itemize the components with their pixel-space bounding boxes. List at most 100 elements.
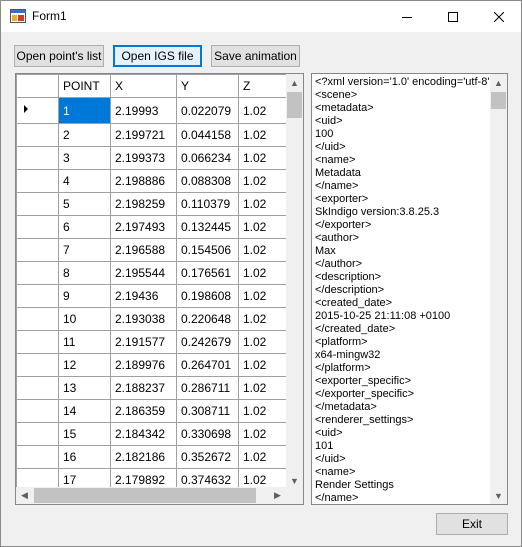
cell-point[interactable]: 1 (58, 97, 111, 124)
cell-x[interactable]: 2.196588 (110, 238, 177, 262)
cell-x[interactable]: 2.191577 (110, 330, 177, 354)
cell-y[interactable]: 0.154506 (176, 238, 239, 262)
cell-y[interactable]: 0.330698 (176, 422, 239, 446)
cell-y[interactable]: 0.198608 (176, 284, 239, 308)
grid-vertical-scrollbar[interactable]: ▲ ▼ (286, 74, 303, 489)
cell-y[interactable]: 0.022079 (176, 97, 239, 124)
cell-point[interactable]: 13 (58, 376, 111, 400)
row-header-cell[interactable] (16, 399, 59, 423)
xml-scroll-down-arrow-icon[interactable]: ▼ (490, 487, 507, 504)
cell-point[interactable]: 10 (58, 307, 111, 331)
row-header-cell[interactable] (16, 261, 59, 285)
grid-horizontal-scrollbar[interactable]: ◀ ▶ (16, 487, 286, 504)
cell-x[interactable]: 2.189976 (110, 353, 177, 377)
close-button[interactable] (476, 1, 522, 32)
cell-x[interactable]: 2.197493 (110, 215, 177, 239)
table-row[interactable]: 6 2.197493 0.132445 1.02 (16, 215, 299, 239)
table-row[interactable]: 4 2.198886 0.088308 1.02 (16, 169, 299, 193)
cell-point[interactable]: 3 (58, 146, 111, 170)
row-header-cell[interactable] (16, 169, 59, 193)
cell-x[interactable]: 2.19436 (110, 284, 177, 308)
row-header-cell[interactable] (16, 422, 59, 446)
column-header-point[interactable]: POINT (58, 74, 111, 98)
cell-x[interactable]: 2.182186 (110, 445, 177, 469)
cell-point[interactable]: 11 (58, 330, 111, 354)
cell-y[interactable]: 0.220648 (176, 307, 239, 331)
cell-point[interactable]: 6 (58, 215, 111, 239)
open-igs-file-button[interactable]: Open IGS file (113, 45, 202, 67)
grid-vertical-scroll-thumb[interactable] (287, 92, 302, 118)
scroll-up-arrow-icon[interactable]: ▲ (286, 74, 303, 91)
exit-button[interactable]: Exit (436, 513, 508, 535)
cell-y[interactable]: 0.352672 (176, 445, 239, 469)
cell-point[interactable]: 14 (58, 399, 111, 423)
row-header-cell[interactable] (16, 307, 59, 331)
table-row[interactable]: 1 2.19993 0.022079 1.02 (16, 97, 299, 124)
column-header-x[interactable]: X (110, 74, 177, 98)
table-row[interactable]: 11 2.191577 0.242679 1.02 (16, 330, 299, 354)
table-row[interactable]: 16 2.182186 0.352672 1.02 (16, 445, 299, 469)
minimize-button[interactable] (384, 1, 430, 32)
cell-point[interactable]: 7 (58, 238, 111, 262)
xml-output-textbox[interactable]: <?xml version='1.0' encoding='utf-8'?> <s… (311, 73, 508, 505)
corner-header-cell[interactable] (16, 74, 59, 98)
cell-point[interactable]: 16 (58, 445, 111, 469)
row-header-cell[interactable] (16, 353, 59, 377)
cell-x[interactable]: 2.199721 (110, 123, 177, 147)
xml-vertical-scroll-thumb[interactable] (491, 92, 506, 109)
cell-y[interactable]: 0.044158 (176, 123, 239, 147)
table-row[interactable]: 14 2.186359 0.308711 1.02 (16, 399, 299, 423)
row-header-cell[interactable] (16, 376, 59, 400)
cell-point[interactable]: 2 (58, 123, 111, 147)
cell-y[interactable]: 0.088308 (176, 169, 239, 193)
open-points-list-button[interactable]: Open point's list (14, 45, 104, 67)
table-row[interactable]: 5 2.198259 0.110379 1.02 (16, 192, 299, 216)
cell-x[interactable]: 2.198259 (110, 192, 177, 216)
cell-point[interactable]: 8 (58, 261, 111, 285)
cell-x[interactable]: 2.193038 (110, 307, 177, 331)
grid-horizontal-scroll-thumb[interactable] (34, 488, 256, 503)
xml-vertical-scrollbar[interactable]: ▲ ▼ (490, 74, 507, 504)
scroll-left-arrow-icon[interactable]: ◀ (16, 487, 33, 504)
row-header-cell[interactable] (16, 146, 59, 170)
row-header-cell[interactable] (16, 97, 59, 124)
cell-x[interactable]: 2.186359 (110, 399, 177, 423)
table-row[interactable]: 13 2.188237 0.286711 1.02 (16, 376, 299, 400)
row-header-cell[interactable] (16, 192, 59, 216)
row-header-cell[interactable] (16, 330, 59, 354)
table-row[interactable]: 12 2.189976 0.264701 1.02 (16, 353, 299, 377)
cell-point[interactable]: 12 (58, 353, 111, 377)
xml-scroll-up-arrow-icon[interactable]: ▲ (490, 74, 507, 91)
cell-x[interactable]: 2.184342 (110, 422, 177, 446)
cell-y[interactable]: 0.132445 (176, 215, 239, 239)
cell-x[interactable]: 2.199373 (110, 146, 177, 170)
table-row[interactable]: 9 2.19436 0.198608 1.02 (16, 284, 299, 308)
row-header-cell[interactable] (16, 238, 59, 262)
cell-point[interactable]: 4 (58, 169, 111, 193)
table-row[interactable]: 3 2.199373 0.066234 1.02 (16, 146, 299, 170)
cell-point[interactable]: 5 (58, 192, 111, 216)
cell-x[interactable]: 2.198886 (110, 169, 177, 193)
cell-y[interactable]: 0.110379 (176, 192, 239, 216)
cell-x[interactable]: 2.195544 (110, 261, 177, 285)
row-header-cell[interactable] (16, 215, 59, 239)
title-bar[interactable]: Form1 (1, 1, 521, 32)
table-row[interactable]: 2 2.199721 0.044158 1.02 (16, 123, 299, 147)
cell-point[interactable]: 15 (58, 422, 111, 446)
cell-x[interactable]: 2.19993 (110, 97, 177, 124)
table-row[interactable]: 7 2.196588 0.154506 1.02 (16, 238, 299, 262)
table-row[interactable]: 8 2.195544 0.176561 1.02 (16, 261, 299, 285)
save-animation-button[interactable]: Save animation (211, 45, 300, 67)
scroll-right-arrow-icon[interactable]: ▶ (269, 487, 286, 504)
cell-y[interactable]: 0.242679 (176, 330, 239, 354)
row-header-cell[interactable] (16, 284, 59, 308)
cell-y[interactable]: 0.066234 (176, 146, 239, 170)
cell-point[interactable]: 9 (58, 284, 111, 308)
cell-y[interactable]: 0.286711 (176, 376, 239, 400)
cell-y[interactable]: 0.176561 (176, 261, 239, 285)
row-header-cell[interactable] (16, 123, 59, 147)
column-header-y[interactable]: Y (176, 74, 239, 98)
cell-y[interactable]: 0.308711 (176, 399, 239, 423)
maximize-button[interactable] (430, 1, 476, 32)
table-row[interactable]: 15 2.184342 0.330698 1.02 (16, 422, 299, 446)
